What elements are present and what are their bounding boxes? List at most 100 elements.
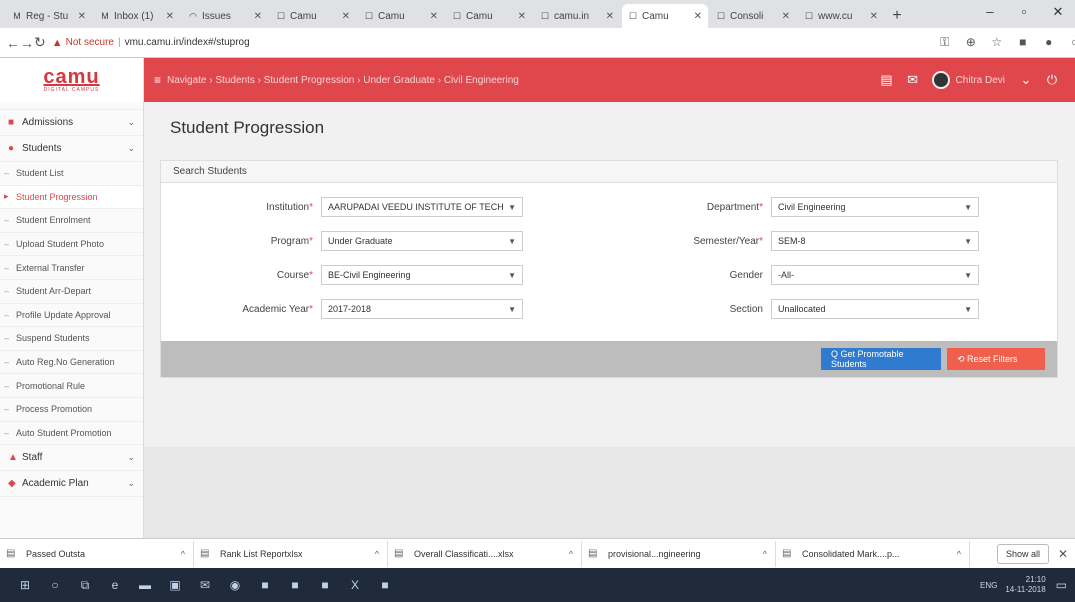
sidebar-subitem[interactable]: – Upload Student Photo [0, 233, 143, 257]
app-icon[interactable]: ■ [250, 578, 280, 593]
browser-tab[interactable]: ☐ Camu ✕ [622, 4, 708, 28]
semester-year-select[interactable]: SEM-8 ▼ [771, 231, 979, 251]
menu-icon[interactable]: ○ [1062, 35, 1075, 50]
download-item[interactable]: ▤ provisional...ngineering ^ [588, 540, 776, 567]
course-select[interactable]: BE-Civil Engineering ▼ [321, 265, 523, 285]
sidebar-subitem[interactable]: – Student List [0, 162, 143, 186]
clock[interactable]: 21:10 14-11-2018 [1005, 575, 1045, 595]
show-all-button[interactable]: Show all [996, 543, 1049, 564]
sidebar-subitem[interactable]: – Promotional Rule [0, 374, 143, 398]
user-name[interactable]: Chitra Devi [956, 75, 1005, 86]
sidebar-subitem[interactable]: – Auto Student Promotion [0, 422, 143, 446]
browser-tab[interactable]: M Reg - Stu ✕ [6, 4, 92, 28]
store-icon[interactable]: ▣ [160, 578, 190, 593]
star-icon[interactable]: ☆ [984, 35, 1010, 50]
chevron-up-icon[interactable]: ^ [181, 549, 185, 559]
app-icon[interactable]: ■ [280, 578, 310, 593]
browser-tab[interactable]: ☐ www.cu ✕ [798, 4, 884, 28]
close-icon[interactable]: ✕ [518, 11, 526, 22]
department-select[interactable]: Civil Engineering ▼ [771, 197, 979, 217]
sidebar-subitem[interactable]: – Process Promotion [0, 398, 143, 422]
search-icon[interactable]: ○ [40, 578, 70, 593]
students-icon: ● [8, 143, 15, 154]
download-item[interactable]: ▤ Rank List Reportxlsx ^ [200, 540, 388, 567]
close-icon[interactable]: ✕ [694, 11, 702, 22]
notification-icon[interactable]: ▭ [1056, 578, 1067, 592]
program-select[interactable]: Under Graduate ▼ [321, 231, 523, 251]
url-field[interactable]: ▲ Not secure | vmu.camu.in/index#/stupro… [52, 32, 932, 54]
browser-tab[interactable]: ☐ camu.in ✕ [534, 4, 620, 28]
close-icon[interactable]: ✕ [342, 11, 350, 22]
close-icon[interactable]: ✕ [78, 11, 86, 22]
windows-icon[interactable]: ⊞ [10, 578, 40, 593]
minimize-button[interactable]: – [973, 0, 1007, 24]
sidebar-item-students[interactable]: ● Students ⌄ [0, 136, 143, 162]
chevron-up-icon[interactable]: ^ [375, 549, 379, 559]
sidebar-subitem[interactable]: ▸ Student Progression [0, 185, 143, 210]
excel-icon[interactable]: X [340, 578, 370, 593]
browser-tab[interactable]: ☐ Camu ✕ [446, 4, 532, 28]
key-icon[interactable]: ⚿ [932, 35, 958, 50]
institution-select[interactable]: AARUPADAI VEEDU INSTITUTE OF TECH ▼ [321, 197, 523, 217]
close-window-button[interactable]: ✕ [1041, 0, 1075, 24]
sidebar: ■ Admissions ⌄ ● Students ⌄ – Student Lis… [0, 102, 144, 538]
favicon-icon: M [101, 11, 109, 21]
profile-icon[interactable]: ● [1036, 35, 1062, 50]
sidebar-subitem-label: Student Progression [16, 191, 98, 202]
avatar[interactable] [931, 71, 950, 89]
forward-icon[interactable]: → [20, 35, 34, 51]
sidebar-item-staff[interactable]: ▲ Staff ⌄ [0, 445, 143, 472]
mail-icon[interactable]: ✉ [190, 578, 220, 593]
tray-language[interactable]: ENG [980, 581, 997, 590]
file-explorer-icon[interactable]: ▬ [130, 578, 160, 593]
chevron-up-icon[interactable]: ^ [957, 549, 961, 559]
hamburger-icon[interactable]: ≡ [154, 73, 161, 87]
sidebar-subitem[interactable]: – Profile Update Approval [0, 304, 143, 328]
browser-tab[interactable]: ☐ Consoli ✕ [710, 4, 796, 28]
close-icon[interactable]: ✕ [1055, 547, 1071, 561]
gender-select[interactable]: -All- ▼ [771, 265, 979, 285]
task-view-icon[interactable]: ⧉ [70, 578, 100, 593]
edge-icon[interactable]: e [100, 578, 130, 593]
chevron-up-icon[interactable]: ^ [763, 549, 767, 559]
maximize-button[interactable]: ▫ [1007, 0, 1041, 24]
app-icon[interactable]: ■ [310, 578, 340, 593]
sidebar-item-admissions[interactable]: ■ Admissions ⌄ [0, 110, 143, 136]
chevron-down-icon[interactable]: ⌄ [1013, 72, 1039, 88]
close-icon[interactable]: ✕ [166, 11, 174, 22]
back-icon[interactable]: ← [6, 35, 20, 51]
download-item[interactable]: ▤ Overall Classificati....xlsx ^ [394, 540, 582, 567]
mail-icon[interactable]: ✉ [900, 72, 926, 88]
download-item[interactable]: ▤ Passed Outsta ^ [6, 540, 194, 567]
firefox-icon[interactable]: ◉ [220, 578, 250, 593]
extension-icon[interactable]: ■ [1010, 35, 1036, 50]
calendar-icon[interactable]: ▤ [874, 72, 900, 88]
sidebar-subitem[interactable]: – Student Enrolment [0, 209, 143, 233]
get-promotable-students-button[interactable]: Q Get Promotable Students [821, 348, 941, 370]
section-select[interactable]: Unallocated ▼ [771, 299, 979, 319]
sidebar-subitem[interactable]: – Student Arr-Depart [0, 280, 143, 304]
browser-tab[interactable]: ☐ Camu ✕ [270, 4, 356, 28]
close-icon[interactable]: ✕ [782, 11, 790, 22]
sidebar-item-academic-plan[interactable]: ◆ Academic Plan ⌄ [0, 471, 143, 498]
reset-filters-button[interactable]: ⟲ Reset Filters [947, 348, 1045, 370]
logo[interactable]: camu DIGITAL CAMPUS [0, 58, 144, 102]
browser-tab[interactable]: ☐ Camu ✕ [358, 4, 444, 28]
sidebar-subitem[interactable]: – Auto Reg.No Generation [0, 351, 143, 375]
power-icon[interactable]: ⏻ [1039, 72, 1065, 88]
app-icon[interactable]: ■ [370, 578, 400, 593]
sidebar-subitem[interactable]: – Suspend Students [0, 327, 143, 351]
sidebar-subitem[interactable]: – External Transfer [0, 256, 143, 280]
browser-tab[interactable]: ◠ Issues ✕ [182, 4, 268, 28]
reload-icon[interactable]: ↻ [34, 34, 46, 51]
browser-tab[interactable]: M Inbox (1) ✕ [94, 4, 180, 28]
close-icon[interactable]: ✕ [606, 11, 614, 22]
chevron-up-icon[interactable]: ^ [569, 549, 573, 559]
zoom-icon[interactable]: ⊕ [958, 35, 984, 50]
academic-year-select[interactable]: 2017-2018 ▼ [321, 299, 523, 319]
close-icon[interactable]: ✕ [254, 11, 262, 22]
new-tab-button[interactable]: + [886, 4, 908, 28]
download-item[interactable]: ▤ Consolidated Mark....p... ^ [782, 540, 970, 567]
close-icon[interactable]: ✕ [430, 11, 438, 22]
close-icon[interactable]: ✕ [870, 11, 878, 22]
